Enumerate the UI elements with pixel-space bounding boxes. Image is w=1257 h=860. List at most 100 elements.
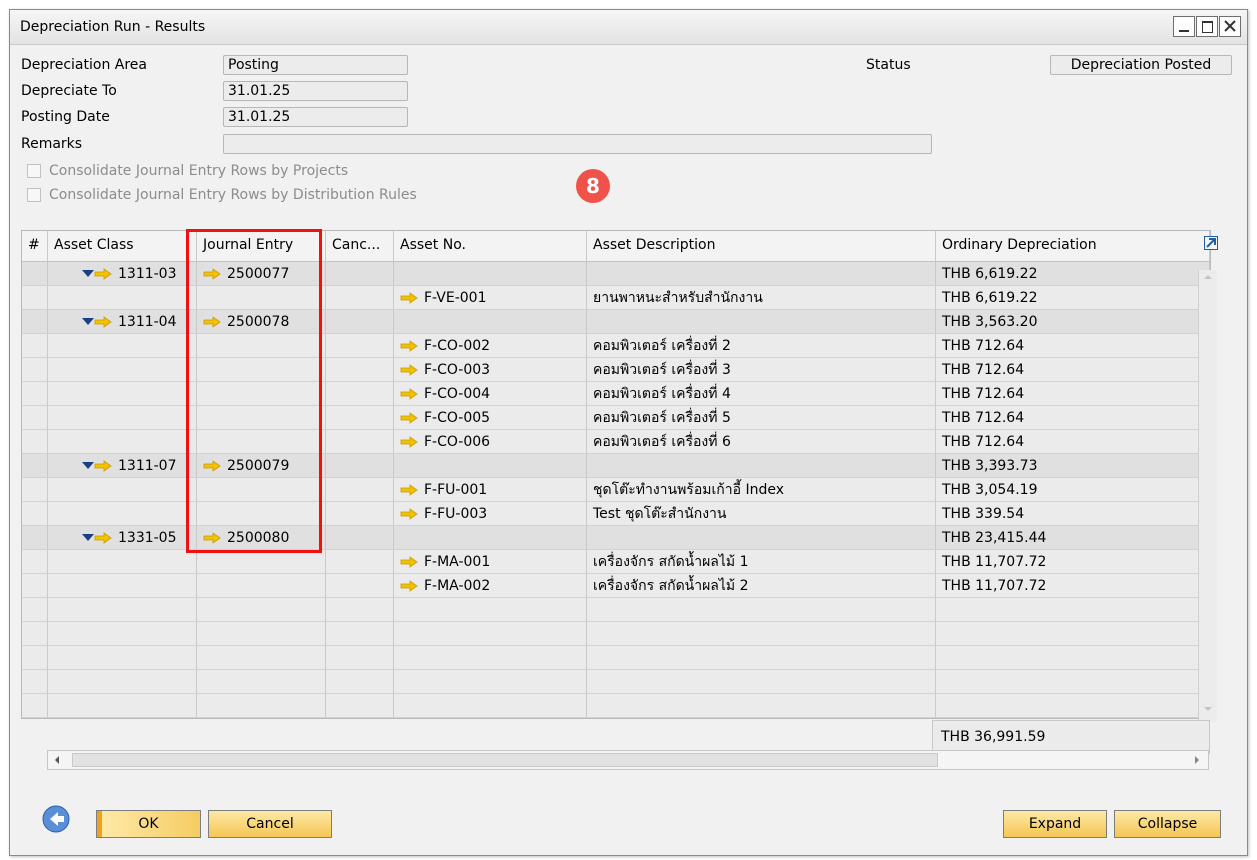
col-header-asset-no[interactable]: Asset No. bbox=[394, 231, 587, 261]
ordinary-depreciation-cell: THB 11,707.72 bbox=[936, 550, 1210, 574]
asset-description-cell: ยานพาหนะสำหรับสำนักงาน bbox=[587, 286, 936, 310]
asset-description-cell: คอมพิวเตอร์ เครื่องที่ 3 bbox=[587, 358, 936, 382]
empty-row[interactable] bbox=[22, 622, 1210, 646]
asset-class-cell bbox=[48, 406, 197, 430]
asset-class-cell bbox=[48, 646, 197, 670]
asset-class-cell: 1331-05 bbox=[48, 526, 197, 550]
asset-no-value: F-VE-001 bbox=[424, 289, 487, 306]
minimize-icon[interactable] bbox=[1173, 16, 1195, 37]
row-number-cell bbox=[22, 670, 48, 694]
asset-no-value: F-CO-003 bbox=[424, 361, 491, 378]
ordinary-depreciation-cell: THB 6,619.22 bbox=[936, 262, 1210, 286]
asset-class-cell bbox=[48, 550, 197, 574]
asset-no-cell: F-CO-004 bbox=[394, 382, 587, 406]
close-icon[interactable] bbox=[1219, 16, 1241, 37]
scroll-down-icon[interactable] bbox=[1199, 702, 1217, 716]
empty-row[interactable] bbox=[22, 646, 1210, 670]
link-arrow-icon[interactable] bbox=[400, 483, 418, 496]
horizontal-scroll-thumb[interactable] bbox=[72, 753, 938, 767]
journal-entry-cell bbox=[197, 694, 326, 718]
consolidate-distribution-option[interactable]: Consolidate Journal Entry Rows by Distri… bbox=[27, 187, 417, 203]
asset-description-cell bbox=[587, 598, 936, 622]
empty-row[interactable] bbox=[22, 718, 1210, 719]
collapse-button[interactable]: Collapse bbox=[1114, 810, 1221, 838]
cancelled-cell bbox=[326, 718, 394, 719]
col-header-asset-description[interactable]: Asset Description bbox=[587, 231, 936, 261]
consolidate-distribution-checkbox[interactable] bbox=[27, 188, 41, 202]
table-row[interactable]: F-MA-002 เครื่องจักร สกัดน้ำผลไม้ 2 THB 11… bbox=[22, 574, 1210, 598]
back-arrow-icon[interactable] bbox=[42, 805, 70, 833]
remarks-field[interactable] bbox=[223, 134, 932, 154]
row-number-cell bbox=[22, 694, 48, 718]
cancelled-cell bbox=[326, 646, 394, 670]
link-arrow-icon[interactable] bbox=[94, 531, 112, 544]
depreciation-area-label: Depreciation Area bbox=[21, 57, 147, 73]
journal-entry-cell bbox=[197, 598, 326, 622]
asset-no-value: F-FU-003 bbox=[424, 505, 488, 522]
col-header-ordinary-depreciation[interactable]: Ordinary Depreciation bbox=[936, 231, 1210, 261]
link-arrow-icon[interactable] bbox=[400, 411, 418, 424]
vertical-scrollbar[interactable] bbox=[1198, 270, 1217, 722]
row-number-cell bbox=[22, 310, 48, 334]
link-arrow-icon[interactable] bbox=[94, 459, 112, 472]
cancelled-cell bbox=[326, 286, 394, 310]
depreciate-to-field[interactable]: 31.01.25 bbox=[223, 81, 408, 101]
asset-class-cell bbox=[48, 718, 197, 719]
ordinary-depreciation-cell: THB 11,707.72 bbox=[936, 574, 1210, 598]
asset-description-cell: คอมพิวเตอร์ เครื่องที่ 2 bbox=[587, 334, 936, 358]
cancelled-cell bbox=[326, 382, 394, 406]
asset-class-cell bbox=[48, 622, 197, 646]
asset-no-cell bbox=[394, 670, 587, 694]
row-number-cell bbox=[22, 574, 48, 598]
link-arrow-icon[interactable] bbox=[94, 267, 112, 280]
ordinary-depreciation-cell bbox=[936, 718, 1210, 719]
consolidate-projects-checkbox[interactable] bbox=[27, 164, 41, 178]
link-arrow-icon[interactable] bbox=[400, 363, 418, 376]
col-header-row-number[interactable]: # bbox=[22, 231, 48, 261]
empty-row[interactable] bbox=[22, 598, 1210, 622]
link-arrow-icon[interactable] bbox=[400, 339, 418, 352]
depreciation-area-field[interactable]: Posting bbox=[223, 55, 408, 75]
consolidate-projects-option[interactable]: Consolidate Journal Entry Rows by Projec… bbox=[27, 163, 348, 179]
scroll-right-icon[interactable] bbox=[1190, 752, 1204, 768]
expand-button[interactable]: Expand bbox=[1003, 810, 1107, 838]
posting-date-field[interactable]: 31.01.25 bbox=[223, 107, 408, 127]
journal-entry-highlight bbox=[186, 229, 322, 553]
posting-date-label: Posting Date bbox=[21, 109, 110, 125]
asset-class-cell: 1311-03 bbox=[48, 262, 197, 286]
col-header-cancelled[interactable]: Canc... bbox=[326, 231, 394, 261]
title-bar[interactable]: Depreciation Run - Results bbox=[10, 10, 1247, 45]
journal-entry-cell bbox=[197, 670, 326, 694]
horizontal-scrollbar[interactable] bbox=[47, 750, 1209, 770]
ordinary-depreciation-cell: THB 339.54 bbox=[936, 502, 1210, 526]
depreciation-amount-value: THB 11,707.72 bbox=[942, 577, 1047, 594]
expand-grid-icon[interactable] bbox=[1204, 236, 1218, 250]
collapse-triangle-icon[interactable] bbox=[82, 534, 94, 541]
cancel-button[interactable]: Cancel bbox=[208, 810, 332, 838]
link-arrow-icon[interactable] bbox=[400, 579, 418, 592]
maximize-icon[interactable] bbox=[1196, 16, 1218, 37]
table-row[interactable]: F-MA-001 เครื่องจักร สกัดน้ำผลไม้ 1 THB 11… bbox=[22, 550, 1210, 574]
collapse-triangle-icon[interactable] bbox=[82, 270, 94, 277]
empty-row[interactable] bbox=[22, 694, 1210, 718]
asset-description-value: เครื่องจักร สกัดน้ำผลไม้ 2 bbox=[593, 577, 749, 594]
status-label: Status bbox=[866, 57, 911, 73]
ordinary-depreciation-cell bbox=[936, 694, 1210, 718]
link-arrow-icon[interactable] bbox=[400, 507, 418, 520]
collapse-triangle-icon[interactable] bbox=[82, 318, 94, 325]
link-arrow-icon[interactable] bbox=[400, 387, 418, 400]
scroll-up-icon[interactable] bbox=[1199, 270, 1217, 284]
asset-description-cell: คอมพิวเตอร์ เครื่องที่ 6 bbox=[587, 430, 936, 454]
ok-button[interactable]: OK bbox=[96, 810, 201, 838]
col-header-asset-class[interactable]: Asset Class bbox=[48, 231, 197, 261]
asset-class-cell bbox=[48, 382, 197, 406]
link-arrow-icon[interactable] bbox=[94, 315, 112, 328]
link-arrow-icon[interactable] bbox=[400, 435, 418, 448]
cancelled-cell bbox=[326, 502, 394, 526]
scroll-left-icon[interactable] bbox=[50, 752, 64, 768]
link-arrow-icon[interactable] bbox=[400, 291, 418, 304]
asset-no-cell bbox=[394, 598, 587, 622]
collapse-triangle-icon[interactable] bbox=[82, 462, 94, 469]
empty-row[interactable] bbox=[22, 670, 1210, 694]
link-arrow-icon[interactable] bbox=[400, 555, 418, 568]
